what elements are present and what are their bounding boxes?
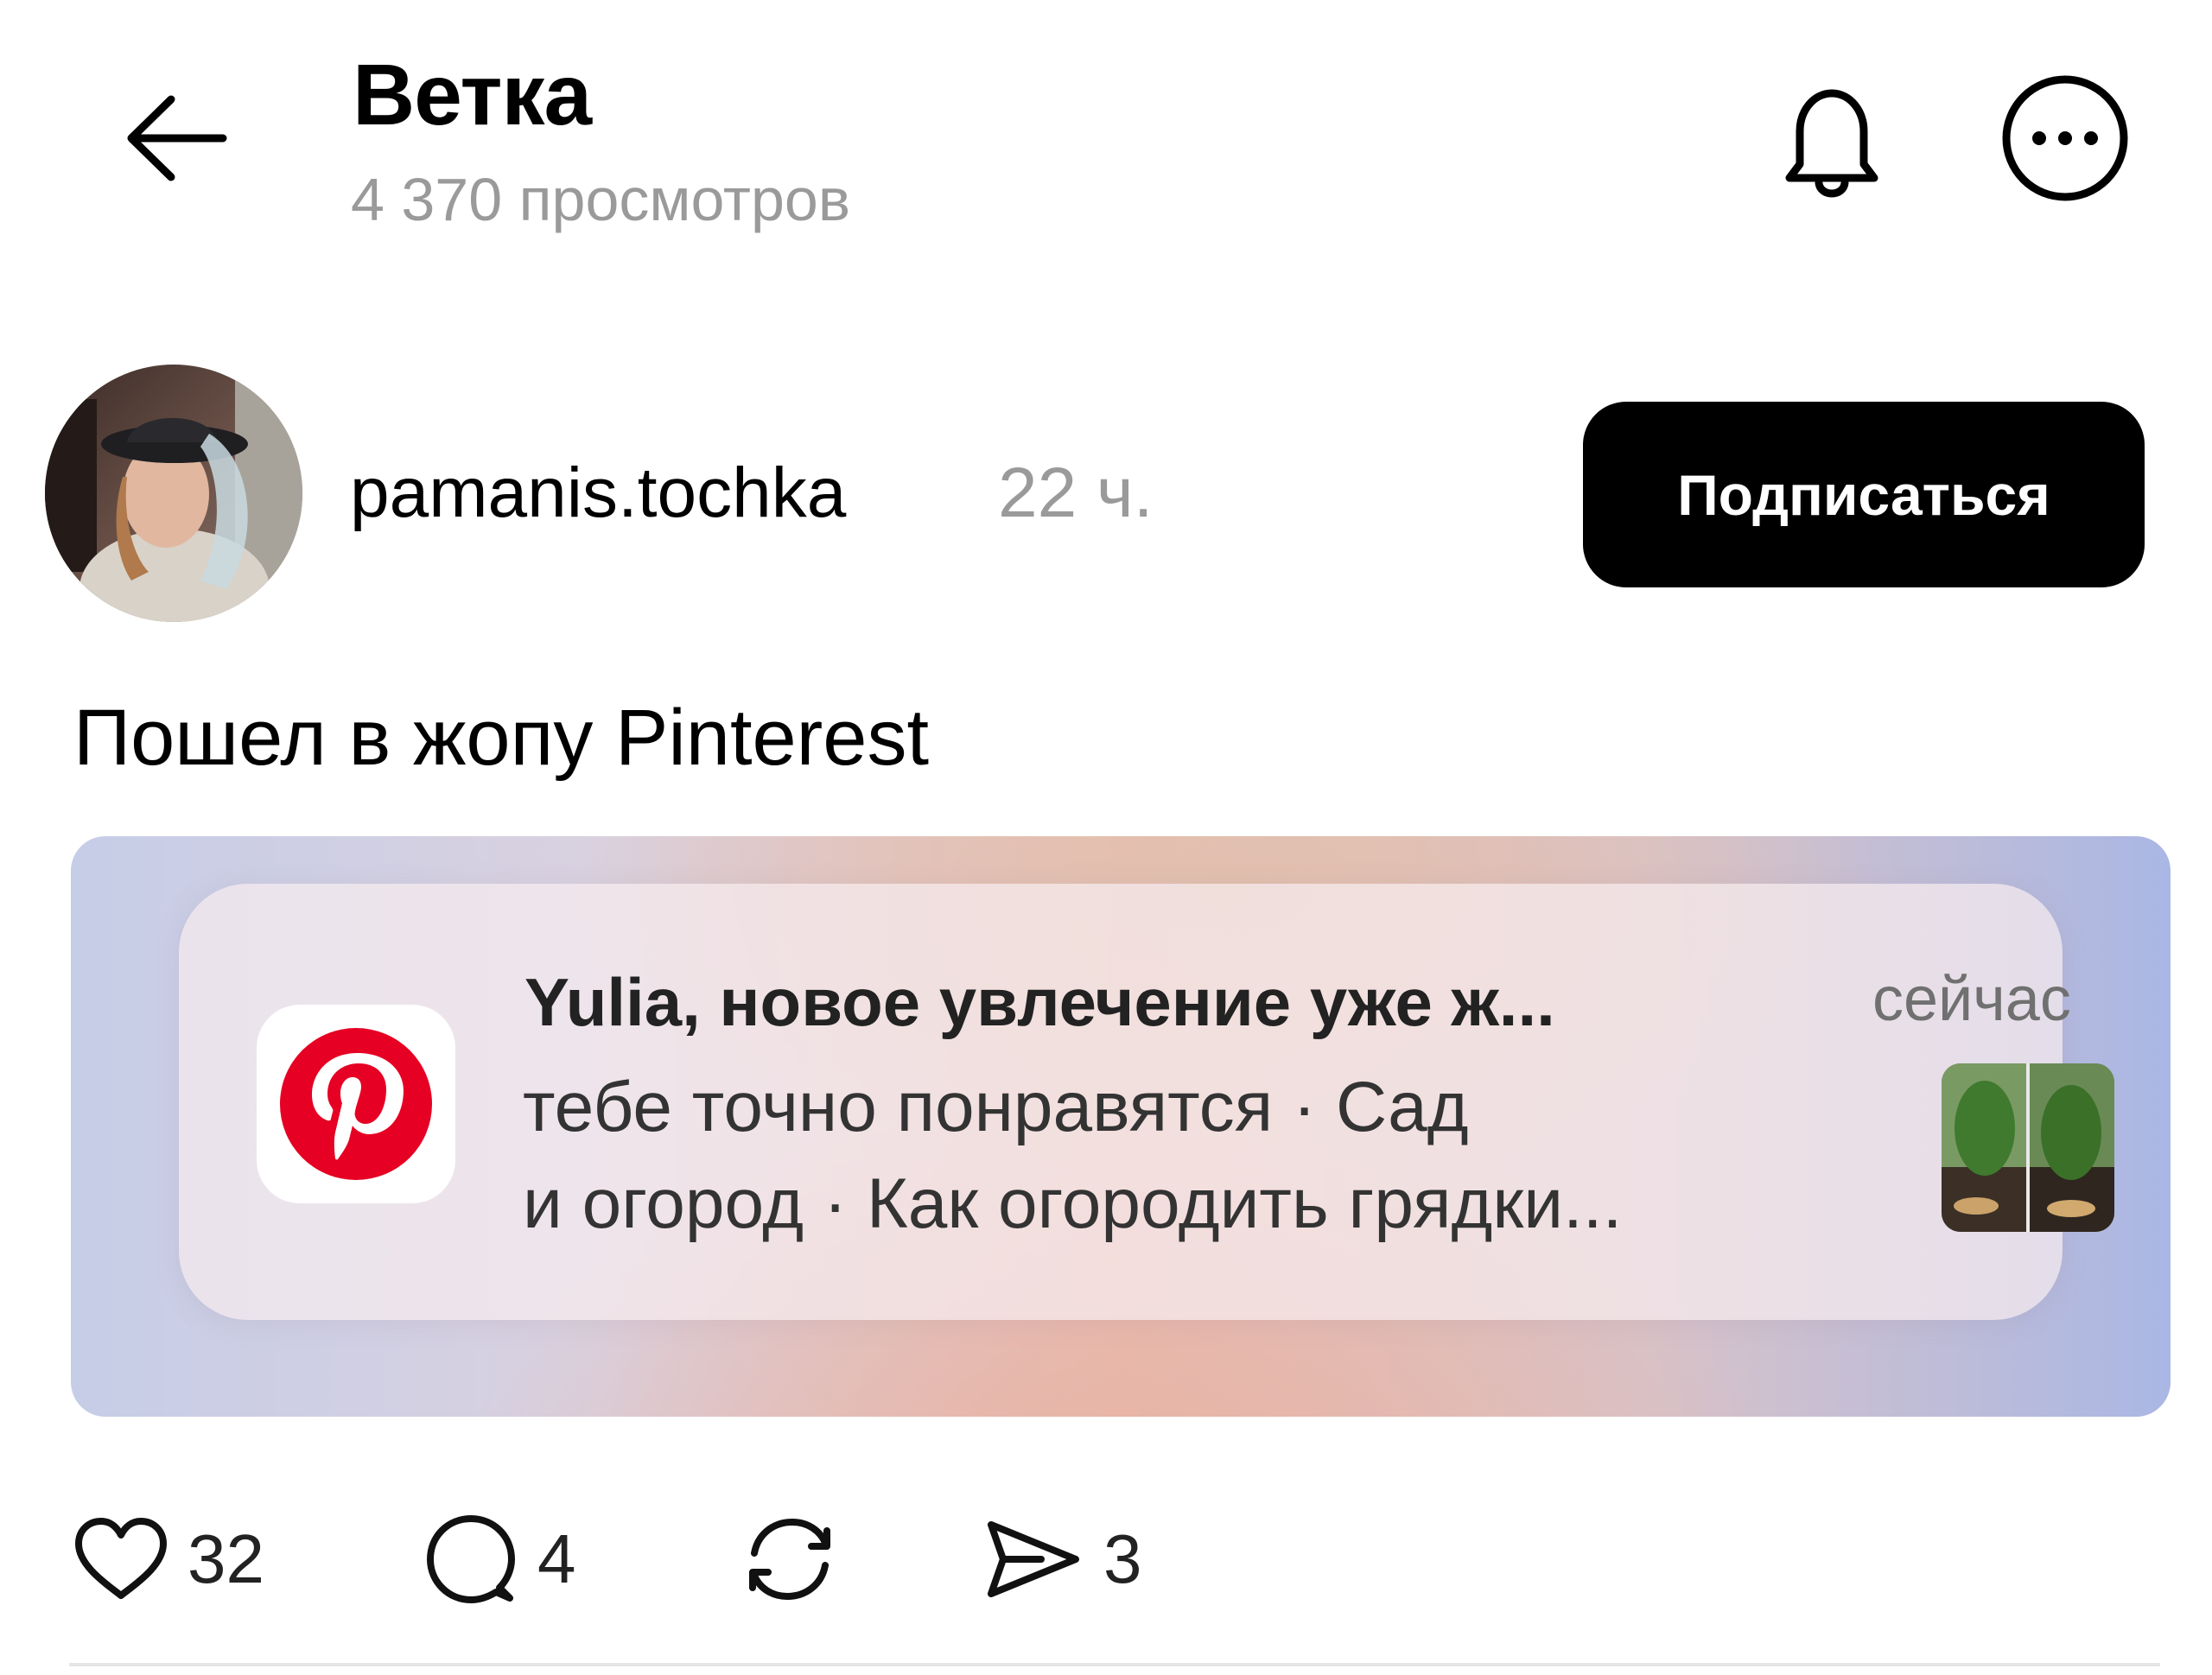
notification-body-line-2: и огород · Как огородить грядки...	[523, 1164, 1623, 1243]
notifications-button[interactable]	[1776, 78, 1888, 207]
garden-thumbnail-image	[1942, 1063, 2114, 1232]
pinterest-logo-icon	[280, 1028, 432, 1180]
more-horizontal-icon	[2002, 75, 2128, 201]
notification-body-line-1: тебе точно понравятся · Сад	[523, 1068, 1469, 1146]
notification-card: Yulia, новое увлечение уже ж... сейчас т…	[179, 884, 2114, 1320]
author-username[interactable]: pamanis.tochka	[350, 458, 846, 529]
comment-count: 4	[537, 1520, 576, 1597]
repost-button[interactable]	[739, 1512, 842, 1607]
arrow-left-icon	[127, 95, 227, 181]
notification-thumbnail	[1942, 1063, 2114, 1232]
post-time: 22 ч.	[998, 454, 1154, 532]
avatar-image	[45, 365, 302, 622]
more-button[interactable]	[2000, 73, 2130, 203]
divider	[69, 1663, 2160, 1666]
repost-icon	[749, 1518, 830, 1601]
back-button[interactable]	[121, 91, 233, 186]
share-button[interactable]: 3	[981, 1512, 1142, 1607]
notification-time: сейчас	[1872, 965, 2071, 1034]
send-icon	[988, 1521, 1079, 1597]
views-count: 4 370 просмотров	[351, 166, 851, 233]
notification-title: Yulia, новое увлечение уже ж...	[524, 964, 1555, 1040]
comment-icon	[427, 1515, 515, 1603]
bell-icon	[1785, 89, 1878, 198]
page-title: Ветка	[353, 47, 592, 143]
share-count: 3	[1103, 1520, 1142, 1597]
like-count: 32	[188, 1520, 264, 1597]
post-text: Пошел в жопу Pinterest	[73, 694, 930, 782]
like-button[interactable]: 32	[73, 1512, 264, 1607]
author-avatar[interactable]	[45, 365, 302, 622]
subscribe-button[interactable]: Подписаться	[1583, 402, 2145, 587]
pinterest-app-icon	[257, 1005, 455, 1203]
post-image[interactable]: Yulia, новое увлечение уже ж... сейчас т…	[71, 836, 2171, 1417]
comment-button[interactable]: 4	[423, 1512, 576, 1607]
heart-icon	[75, 1518, 167, 1599]
